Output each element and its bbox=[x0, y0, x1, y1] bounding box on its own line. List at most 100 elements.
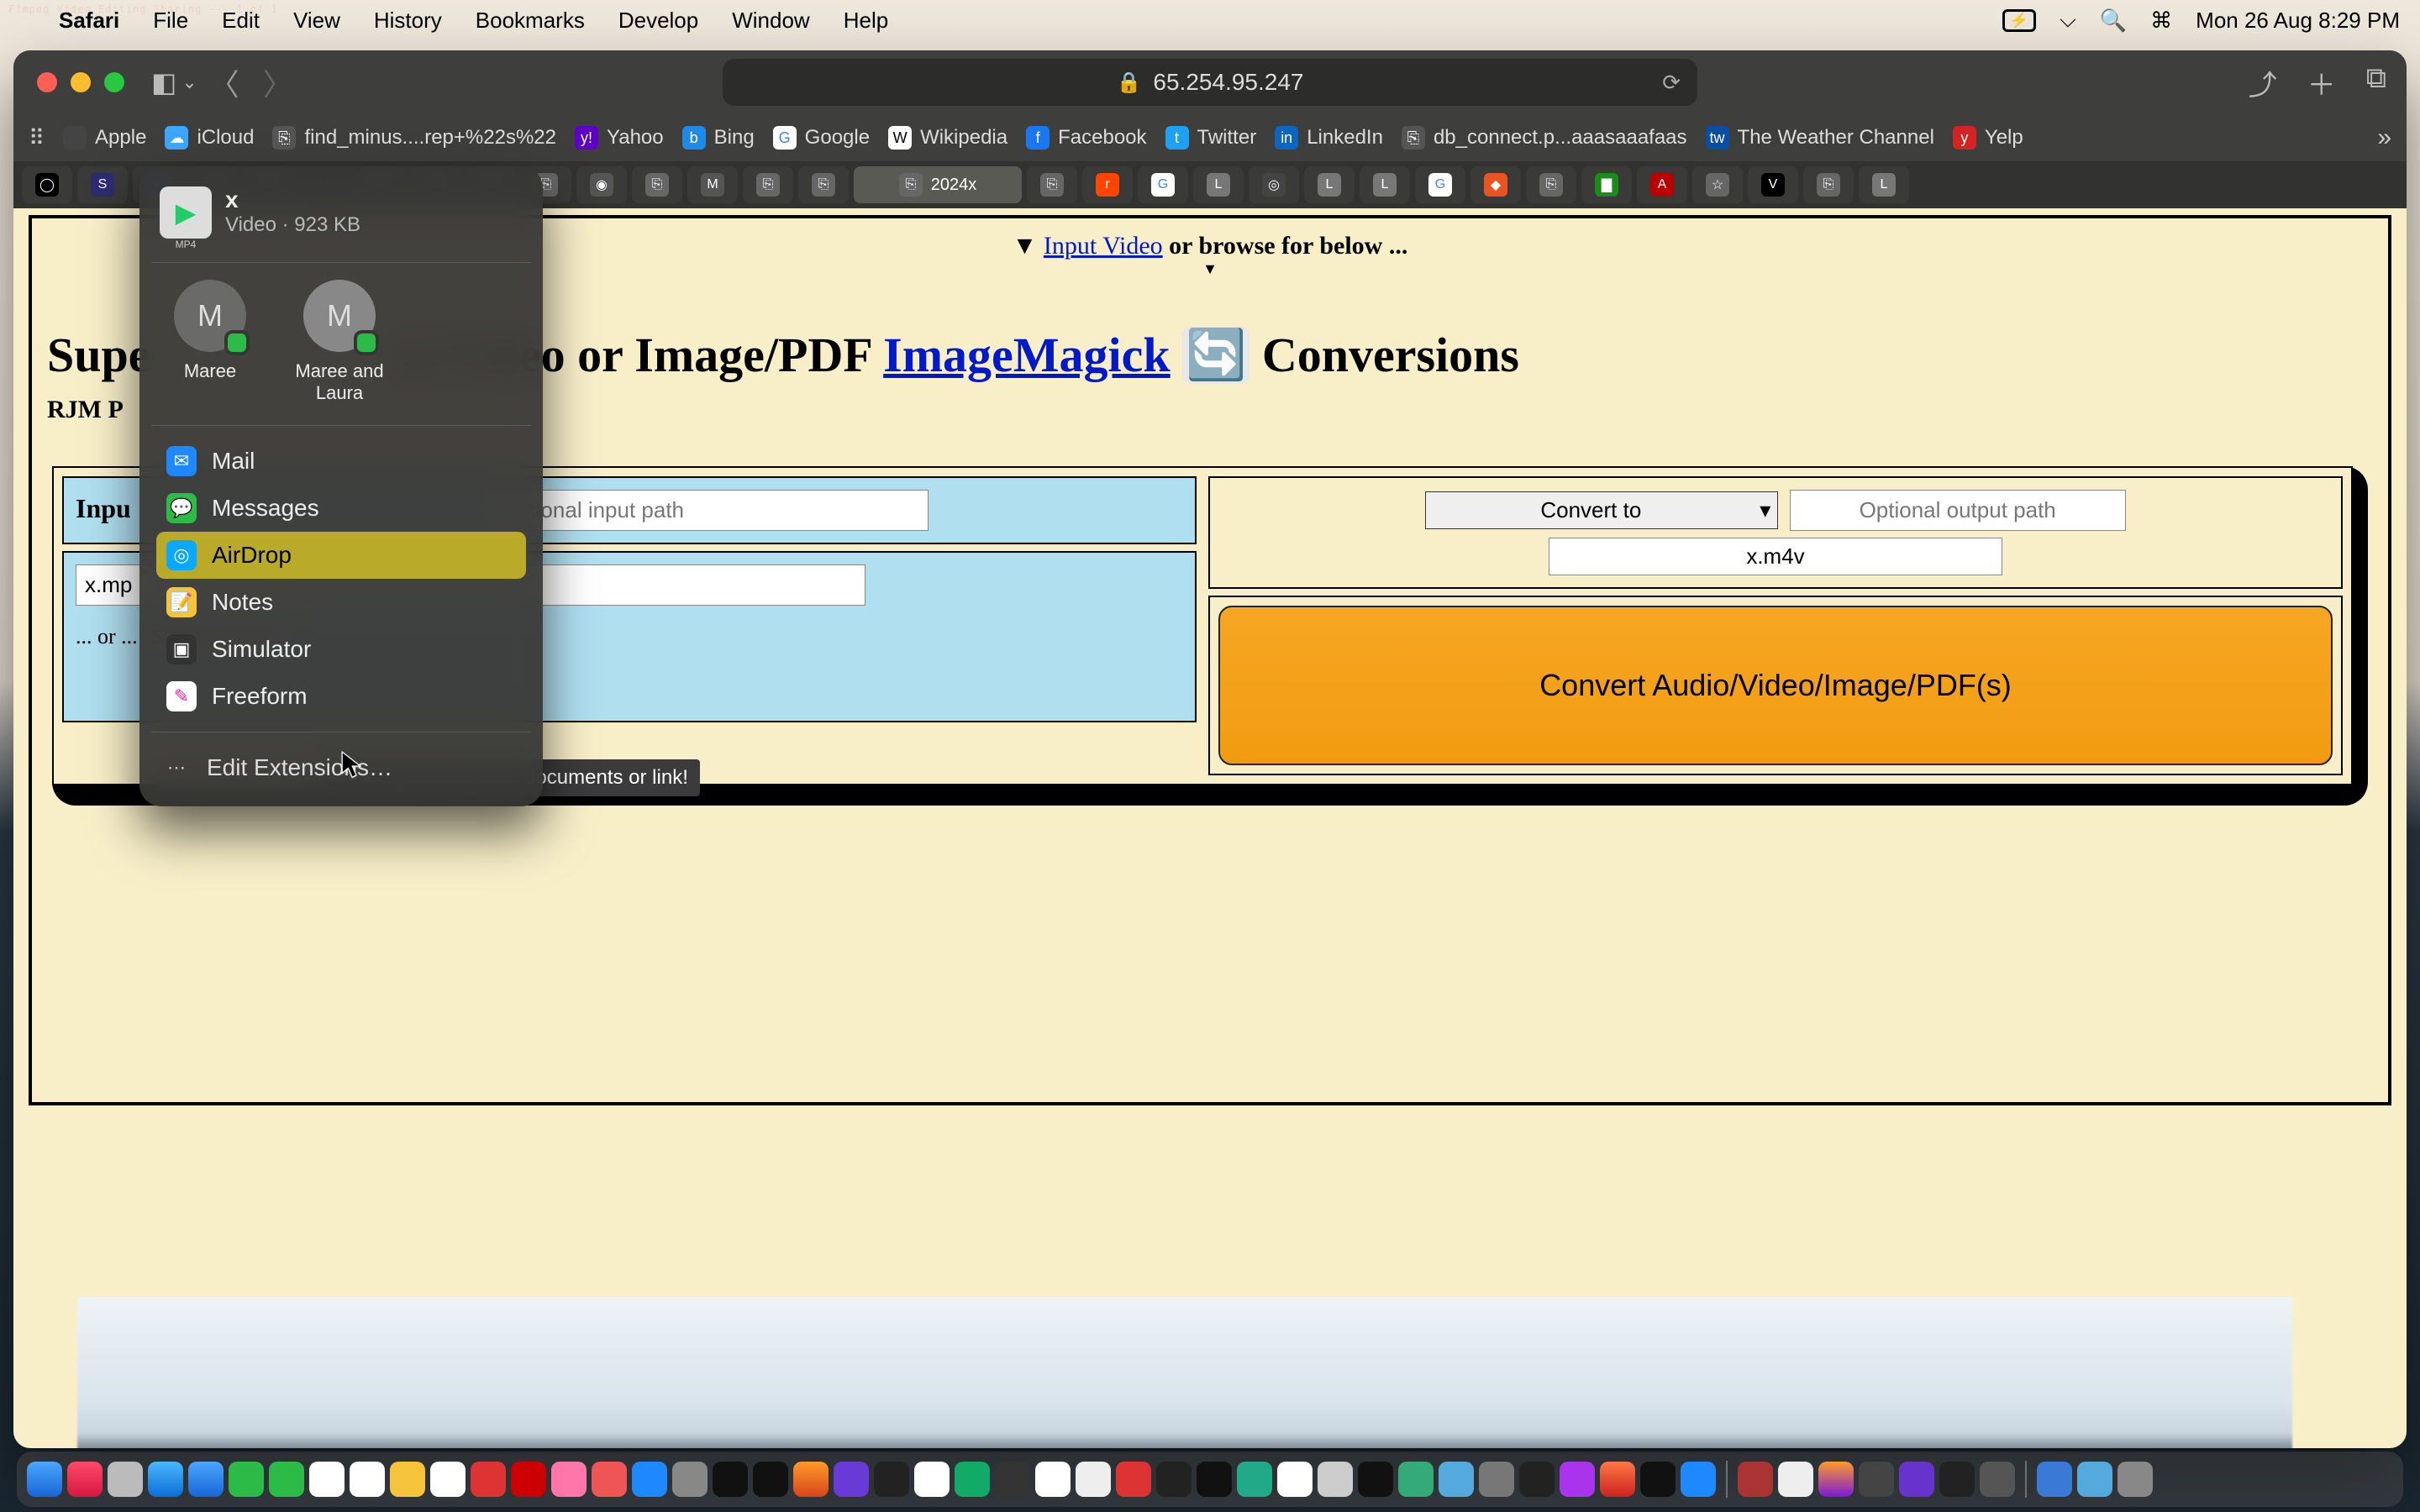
dock-app[interactable] bbox=[1519, 1462, 1555, 1497]
fav-weather[interactable]: twThe Weather Channel bbox=[1706, 126, 1934, 150]
dock-app-music[interactable] bbox=[67, 1462, 103, 1497]
tab-item[interactable]: ◆ bbox=[1470, 166, 1521, 203]
dock-app-terminal[interactable] bbox=[1197, 1462, 1232, 1497]
tab-item[interactable]: ⎘ bbox=[632, 166, 682, 203]
menu-view[interactable]: View bbox=[276, 8, 357, 34]
dock-trash[interactable] bbox=[2118, 1462, 2153, 1497]
share-person-maree-laura[interactable]: M Maree and Laura bbox=[289, 280, 390, 405]
back-button[interactable]: 〈 bbox=[197, 60, 251, 104]
share-target-simulator[interactable]: ▣Simulator bbox=[156, 626, 526, 673]
dock-app-settings[interactable] bbox=[672, 1462, 708, 1497]
dock-app[interactable] bbox=[1076, 1462, 1111, 1497]
fav-wikipedia[interactable]: WWikipedia bbox=[888, 126, 1007, 150]
fav-linkedin[interactable]: inLinkedIn bbox=[1275, 126, 1383, 150]
tab-item[interactable]: S bbox=[77, 166, 128, 203]
tab-item[interactable]: ⎘ bbox=[743, 166, 793, 203]
share-toolbar-icon[interactable]: ⤴ bbox=[2249, 62, 2277, 103]
fav-icloud[interactable]: ☁iCloud bbox=[165, 126, 254, 150]
control-center-icon[interactable]: ⌘ bbox=[2150, 8, 2172, 34]
output-filename-field[interactable]: x.m4v bbox=[1549, 538, 2002, 575]
share-target-mail[interactable]: ✉Mail bbox=[156, 438, 526, 485]
dock-app-opera[interactable] bbox=[1116, 1462, 1151, 1497]
dock-app-chrome[interactable] bbox=[1277, 1462, 1313, 1497]
menu-file[interactable]: File bbox=[136, 8, 205, 34]
tab-item[interactable]: L bbox=[1193, 166, 1244, 203]
convert-to-select[interactable]: Convert to bbox=[1425, 491, 1778, 529]
tab-item[interactable]: r bbox=[1082, 166, 1133, 203]
address-bar[interactable]: 🔒 65.254.95.247 ⟳ bbox=[723, 59, 1697, 106]
tab-overview-icon[interactable]: ⧉ bbox=[2366, 62, 2386, 103]
dock-app[interactable] bbox=[1600, 1462, 1635, 1497]
share-target-freeform[interactable]: ✎Freeform bbox=[156, 673, 526, 720]
menu-bookmarks[interactable]: Bookmarks bbox=[459, 8, 602, 34]
fav-facebook[interactable]: fFacebook bbox=[1026, 126, 1146, 150]
tab-item[interactable]: G bbox=[1138, 166, 1188, 203]
dock-app-brave[interactable] bbox=[914, 1462, 950, 1497]
dock-app-xcode[interactable] bbox=[1681, 1462, 1716, 1497]
dock-app-photos[interactable] bbox=[309, 1462, 345, 1497]
tab-item[interactable]: ⎘ bbox=[1027, 166, 1077, 203]
fav-find-minus[interactable]: ⎘find_minus....rep+%22s%22 bbox=[272, 126, 556, 150]
dock-app-messages[interactable] bbox=[229, 1462, 264, 1497]
share-target-airdrop[interactable]: ◎AirDrop bbox=[156, 532, 526, 579]
dock-app-appstore[interactable] bbox=[632, 1462, 667, 1497]
dock-app[interactable] bbox=[955, 1462, 990, 1497]
window-close-button[interactable] bbox=[37, 72, 57, 92]
menu-help[interactable]: Help bbox=[827, 8, 905, 34]
dock-app-textedit[interactable] bbox=[1778, 1462, 1813, 1497]
tab-item-active[interactable]: ⎘2024x bbox=[854, 166, 1022, 203]
dock-app-safari[interactable] bbox=[148, 1462, 183, 1497]
dock-app-mail[interactable] bbox=[188, 1462, 224, 1497]
dock-app[interactable] bbox=[1318, 1462, 1353, 1497]
dock-app-quicktime[interactable] bbox=[1398, 1462, 1434, 1497]
fav-apple[interactable]: Apple bbox=[63, 126, 146, 150]
tab-item[interactable]: ◯ bbox=[22, 166, 72, 203]
sidebar-toggle-icon[interactable]: ◧ bbox=[151, 66, 176, 98]
share-person-maree[interactable]: M Maree bbox=[160, 280, 260, 405]
favorites-overflow-icon[interactable]: » bbox=[2377, 123, 2391, 152]
dock-app-freeform[interactable] bbox=[430, 1462, 466, 1497]
tab-item[interactable]: ⎘ bbox=[1803, 166, 1854, 203]
tab-group-chevron-icon[interactable]: ⌄ bbox=[182, 71, 197, 93]
dock-app-facetime[interactable] bbox=[269, 1462, 304, 1497]
tab-item[interactable]: ☆ bbox=[1692, 166, 1743, 203]
dock-app-preview[interactable] bbox=[1439, 1462, 1474, 1497]
fav-twitter[interactable]: tTwitter bbox=[1165, 126, 1257, 150]
menu-window[interactable]: Window bbox=[715, 8, 826, 34]
reload-icon[interactable]: ⟳ bbox=[1662, 70, 1681, 96]
fav-bing[interactable]: bBing bbox=[682, 126, 755, 150]
tab-item[interactable]: L bbox=[1304, 166, 1355, 203]
share-target-messages[interactable]: 💬Messages bbox=[156, 485, 526, 532]
tab-item[interactable]: V bbox=[1748, 166, 1798, 203]
tab-item[interactable]: A bbox=[1637, 166, 1687, 203]
tab-item[interactable]: ◉ bbox=[576, 166, 627, 203]
dock-app[interactable] bbox=[1939, 1462, 1975, 1497]
dock-app-calendar[interactable] bbox=[1035, 1462, 1071, 1497]
tab-item[interactable]: G bbox=[1415, 166, 1465, 203]
dock-app[interactable] bbox=[1899, 1462, 1934, 1497]
menubar-clock[interactable]: Mon 26 Aug 8:29 PM bbox=[2196, 8, 2400, 34]
app-name[interactable]: Safari bbox=[42, 8, 136, 34]
dock-app[interactable] bbox=[1479, 1462, 1514, 1497]
menu-develop[interactable]: Develop bbox=[602, 8, 715, 34]
window-minimize-button[interactable] bbox=[71, 72, 91, 92]
dock-app[interactable] bbox=[1980, 1462, 2015, 1497]
dock-app[interactable] bbox=[1640, 1462, 1676, 1497]
fav-yahoo[interactable]: y!Yahoo bbox=[575, 126, 664, 150]
dock-app[interactable] bbox=[471, 1462, 506, 1497]
window-zoom-button[interactable] bbox=[104, 72, 124, 92]
dock-app[interactable] bbox=[1859, 1462, 1894, 1497]
fav-dbconnect[interactable]: ⎘db_connect.p...aaasaaafaas bbox=[1402, 126, 1687, 150]
share-target-notes[interactable]: 📝Notes bbox=[156, 579, 526, 626]
dock-app-filezilla[interactable] bbox=[511, 1462, 546, 1497]
input-path-field[interactable]: Optional input path bbox=[492, 490, 929, 531]
dock-app-dictionary[interactable] bbox=[1738, 1462, 1773, 1497]
dock-app[interactable] bbox=[551, 1462, 587, 1497]
tab-item[interactable]: M bbox=[687, 166, 738, 203]
dock-app[interactable] bbox=[1560, 1462, 1595, 1497]
dock-app-firefox-2[interactable] bbox=[1818, 1462, 1854, 1497]
dock-app[interactable] bbox=[592, 1462, 627, 1497]
dock-app[interactable] bbox=[1358, 1462, 1393, 1497]
menu-history[interactable]: History bbox=[357, 8, 459, 34]
dock-folder[interactable] bbox=[2077, 1462, 2112, 1497]
